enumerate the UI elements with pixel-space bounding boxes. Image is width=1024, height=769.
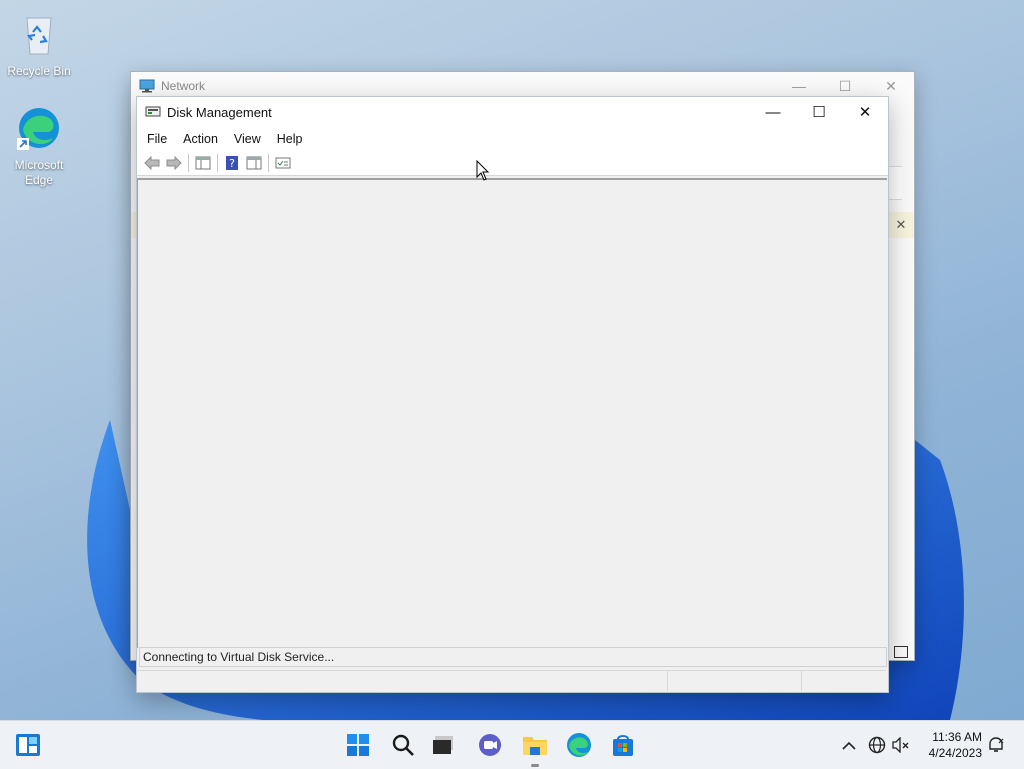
- show-hide-console-tree-icon: [195, 156, 211, 170]
- notification-icon: [989, 737, 1004, 752]
- running-indicator: [531, 764, 539, 767]
- edge-taskbar-button[interactable]: [565, 731, 593, 759]
- help-button[interactable]: ?: [221, 153, 243, 173]
- status-panel: [137, 671, 668, 691]
- menu-action[interactable]: Action: [175, 132, 226, 146]
- status-text: Connecting to Virtual Disk Service...: [143, 650, 335, 664]
- widgets-icon: [16, 734, 40, 756]
- taskbar: 11:36 AM 4/24/2023: [0, 720, 1024, 769]
- store-button[interactable]: [609, 731, 637, 759]
- chat-button[interactable]: [476, 731, 504, 759]
- show-hide-action-pane-icon: [246, 156, 262, 170]
- back-button[interactable]: [141, 153, 163, 173]
- disk-management-icon: [145, 106, 161, 117]
- chat-icon: [479, 734, 501, 756]
- properties-icon: [275, 157, 291, 169]
- disk-management-titlebar[interactable]: Disk Management — ☐ ✕: [137, 97, 888, 127]
- show-hidden-icons-icon: [842, 741, 856, 750]
- show-hide-action-pane-button[interactable]: [243, 153, 265, 173]
- clock-date: 4/24/2023: [928, 746, 982, 760]
- toolbar-separator: [268, 154, 269, 172]
- desktop-icon-edge[interactable]: Microsoft Edge: [3, 104, 75, 188]
- status-bar: Connecting to Virtual Disk Service...: [139, 647, 887, 667]
- menu-view[interactable]: View: [226, 132, 269, 146]
- forward-button[interactable]: [163, 153, 185, 173]
- volume-tray-button[interactable]: [890, 731, 912, 759]
- svg-text:?: ?: [229, 157, 235, 170]
- forward-icon: [166, 156, 182, 170]
- clock-time: 11:36 AM: [932, 730, 982, 744]
- network-title: Network: [161, 79, 206, 93]
- file-explorer-button[interactable]: [521, 731, 549, 759]
- edge-icon: [17, 108, 59, 150]
- back-icon: [144, 156, 160, 170]
- file-explorer-icon: [523, 737, 547, 755]
- disk-management-window[interactable]: Disk Management — ☐ ✕ File Action View H…: [136, 96, 889, 693]
- toolbar-separator: [217, 154, 218, 172]
- edge-icon: [567, 733, 591, 757]
- notification-button[interactable]: [986, 731, 1006, 759]
- status-panel: [802, 671, 886, 691]
- clock[interactable]: 11:36 AM 4/24/2023: [929, 729, 982, 761]
- edge-label-line1: Microsoft: [14, 158, 64, 172]
- menu-file[interactable]: File: [139, 132, 175, 146]
- volume-muted-icon: [892, 737, 909, 753]
- help-icon: ?: [226, 156, 238, 170]
- show-hide-console-tree-button[interactable]: [192, 153, 214, 173]
- widgets-button[interactable]: [14, 731, 42, 759]
- menu-help[interactable]: Help: [269, 132, 311, 146]
- network-tray-button[interactable]: [866, 731, 888, 759]
- dm-minimize-button[interactable]: —: [750, 97, 796, 127]
- recycle-bin-icon: [26, 17, 52, 55]
- toolbar-separator: [188, 154, 189, 172]
- network-infobar-close-button[interactable]: ✕: [888, 212, 914, 238]
- search-icon: [392, 734, 414, 756]
- search-button[interactable]: [389, 731, 417, 759]
- status-panel: [668, 671, 802, 691]
- start-icon: [347, 734, 369, 756]
- properties-button[interactable]: [272, 153, 294, 173]
- recycle-bin-label: Recycle Bin: [7, 64, 71, 78]
- start-button[interactable]: [344, 731, 372, 759]
- dm-close-button[interactable]: ✕: [842, 97, 888, 127]
- store-icon: [613, 735, 633, 756]
- dm-maximize-button[interactable]: ☐: [796, 97, 842, 127]
- desktop-icon-recycle-bin[interactable]: Recycle Bin: [3, 10, 75, 79]
- network-icon: [139, 79, 155, 93]
- edge-label-line2: Edge: [24, 173, 54, 187]
- status-bar-panels: [137, 670, 886, 691]
- show-hidden-icons-button[interactable]: [840, 731, 858, 759]
- task-view-icon: [433, 736, 453, 754]
- task-view-button[interactable]: [430, 731, 458, 759]
- menu-bar: File Action View Help: [137, 127, 888, 151]
- mouse-cursor-icon: [476, 160, 490, 181]
- network-view-toggle-icon[interactable]: [894, 646, 908, 658]
- network-icon: [868, 736, 886, 754]
- toolbar: ?: [137, 151, 888, 176]
- disk-management-title: Disk Management: [167, 104, 272, 120]
- disk-view-pane[interactable]: [137, 178, 887, 648]
